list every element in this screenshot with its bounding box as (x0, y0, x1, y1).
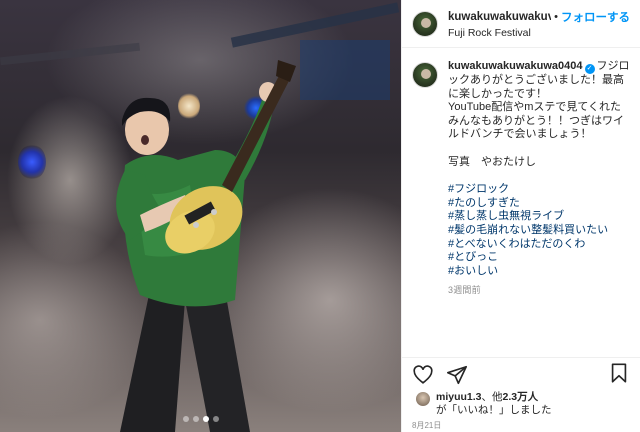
separator-dot: • (554, 10, 558, 23)
carousel-dot[interactable] (212, 416, 219, 422)
header-text: kuwakuwakuwakuv • フォローする Fuji Rock Festi… (448, 9, 630, 39)
hashtag-list: #フジロック #たのしすぎた #蒸し蒸し虫無視ライブ #髪の毛崩れない整髪料買い… (448, 183, 632, 278)
location-link[interactable]: Fuji Rock Festival (448, 27, 630, 39)
likes-summary: miyuu1.3、他2.3万人 が「いいね！」しました (416, 391, 632, 417)
caption-area: kuwakuwakuwakuwa0404 ✓ フジロックありがとうございました！最高… (412, 60, 632, 352)
caption-time: 3週間前 (448, 285, 481, 296)
carousel-dot[interactable] (202, 416, 209, 422)
likes-suffix: が「いいね！」しました (436, 404, 552, 416)
performer-figure (116, 60, 296, 432)
caption-body: kuwakuwakuwakuwa0404 ✓ フジロックありがとうございました！最高… (448, 60, 632, 298)
post-date: 8月21日 (412, 421, 442, 430)
carousel-indicator (182, 416, 219, 422)
avatar[interactable] (416, 392, 430, 406)
post-photo[interactable] (0, 0, 401, 432)
action-bar (402, 357, 640, 391)
carousel-dot[interactable] (182, 416, 189, 422)
avatar[interactable] (412, 62, 438, 88)
hashtag-link[interactable]: #とべないくわはただのくわ (448, 238, 632, 252)
caption-text: フジロックありがとうございました！最高に楽しかったです！ YouTube配信やm… (448, 60, 630, 168)
follow-button[interactable]: フォローする (561, 9, 630, 25)
heart-icon[interactable] (412, 364, 434, 386)
hashtag-link[interactable]: #とびっこ (448, 251, 632, 265)
likes-count[interactable]: 2.3万人 (503, 391, 539, 403)
hashtag-link[interactable]: #フジロック (448, 183, 632, 197)
likes-text: miyuu1.3、他2.3万人 が「いいね！」しました (436, 391, 552, 417)
post-header: kuwakuwakuwakuv • フォローする Fuji Rock Festi… (402, 0, 640, 48)
avatar[interactable] (412, 10, 438, 37)
hashtag-link[interactable]: #おいしい (448, 265, 632, 279)
username-link[interactable]: kuwakuwakuwakuv (448, 11, 551, 23)
send-icon[interactable] (446, 364, 468, 386)
verified-badge-icon: ✓ (584, 64, 595, 74)
hashtag-link[interactable]: #たのしすぎた (448, 197, 632, 211)
bookmark-icon[interactable] (608, 362, 630, 384)
carousel-dot[interactable] (192, 416, 199, 422)
caption-username[interactable]: kuwakuwakuwakuwa0404 (448, 60, 583, 72)
likes-middle: 、他 (481, 391, 503, 403)
post-side-panel: kuwakuwakuwakuv • フォローする Fuji Rock Festi… (401, 0, 640, 432)
hashtag-link[interactable]: #蒸し蒸し虫無視ライブ (448, 210, 632, 224)
liker-username[interactable]: miyuu1.3 (436, 391, 482, 403)
hashtag-link[interactable]: #髪の毛崩れない整髪料買いたい (448, 224, 632, 238)
